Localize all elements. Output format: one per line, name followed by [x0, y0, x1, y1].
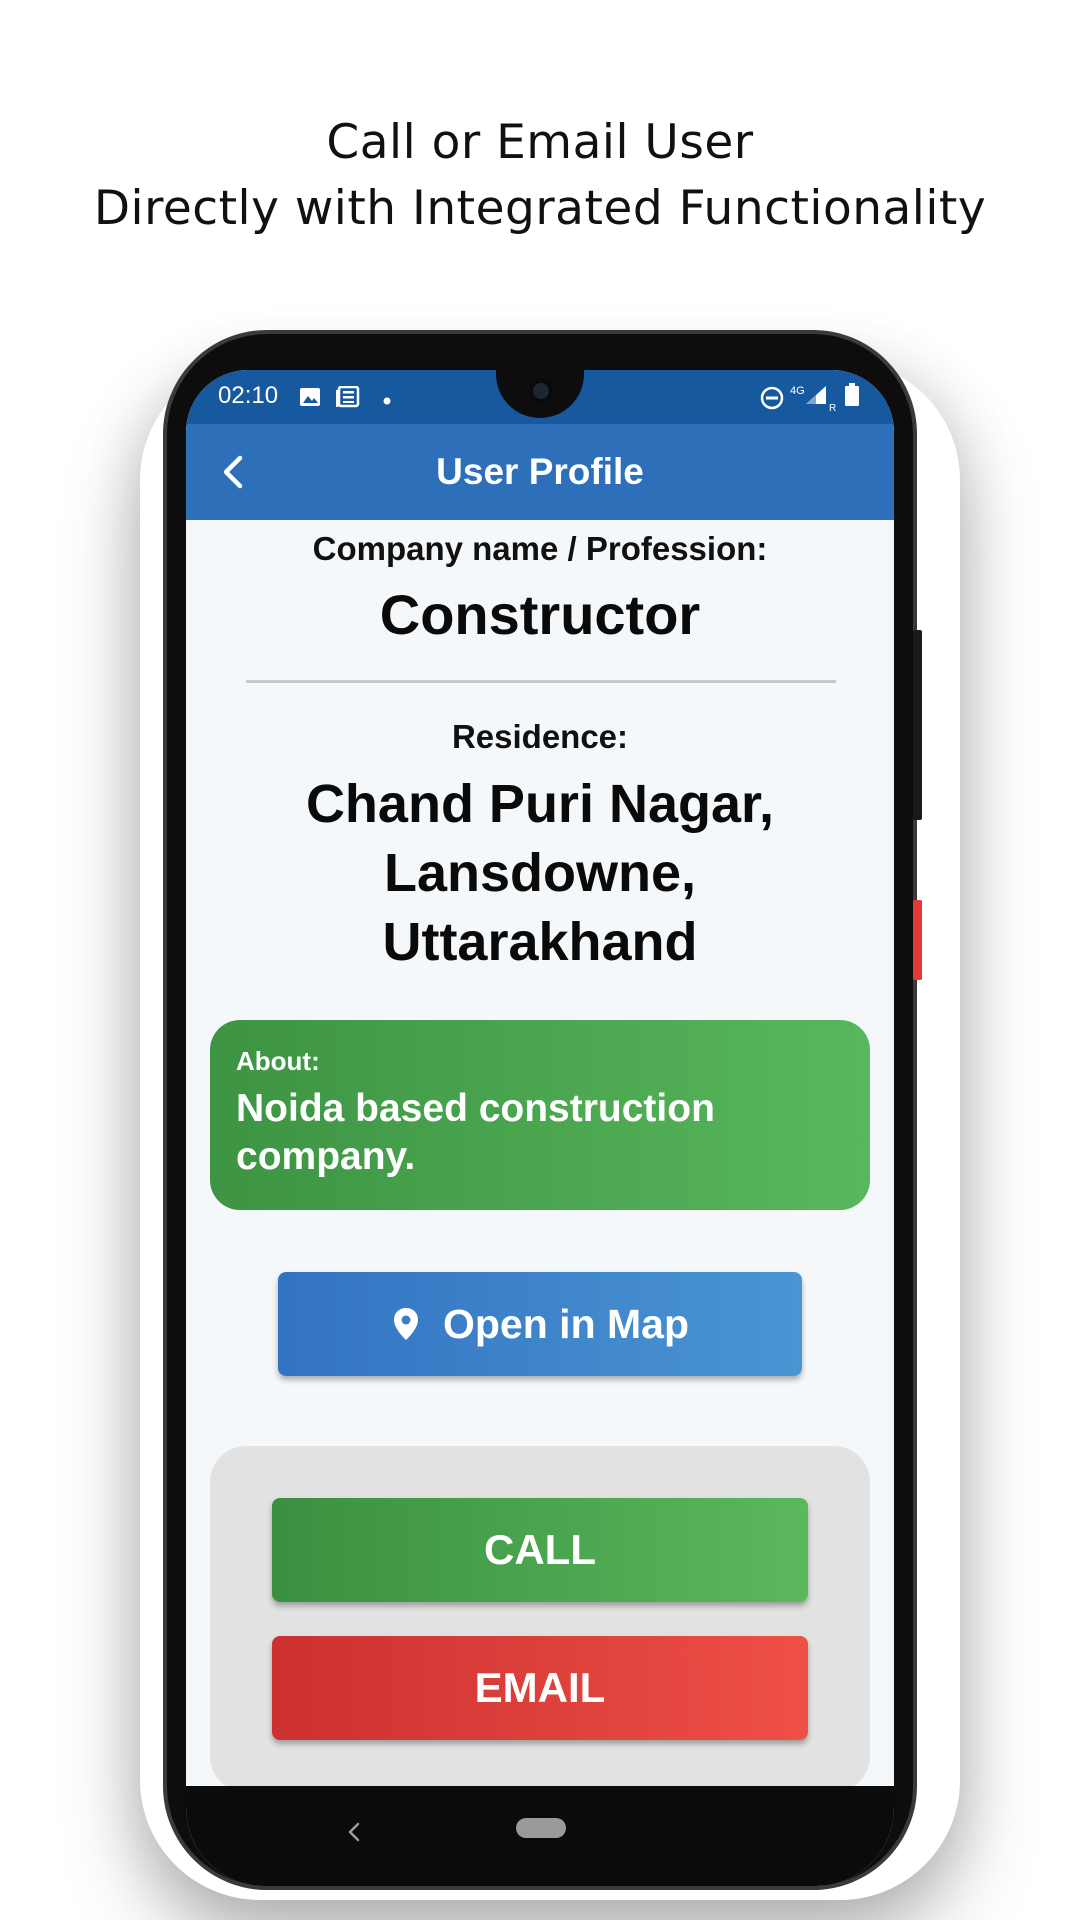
front-camera: [528, 378, 554, 404]
news-icon: [336, 385, 360, 412]
phone-screen: 02:10 4G R User Profile Company name / P…: [186, 370, 894, 1886]
network-label: 4G: [790, 385, 805, 397]
caption-line-1: Call or Email User: [326, 115, 754, 170]
dot-icon: [382, 388, 392, 410]
battery-icon: [844, 383, 860, 411]
nav-back-icon: [348, 1822, 360, 1842]
open-in-map-label: Open in Map: [443, 1300, 689, 1347]
caption-line-2: Directly with Integrated Functionality: [93, 181, 987, 236]
signal-bars-icon: [804, 384, 830, 410]
about-text: Noida based construction company.: [236, 1085, 844, 1181]
about-line-1: Noida based construction: [236, 1087, 715, 1130]
system-navigation-bar: [186, 1786, 894, 1886]
company-value: Constructor: [379, 583, 701, 646]
contact-actions-panel: CALL EMAIL: [210, 1446, 870, 1792]
about-card: About: Noida based construction company.: [210, 1020, 870, 1210]
residence-line-1: Chand Puri Nagar,: [305, 774, 775, 834]
app-bar: User Profile: [186, 424, 894, 520]
about-line-2: company.: [236, 1135, 416, 1178]
do-not-disturb-icon: [760, 386, 784, 414]
side-key: [913, 900, 922, 980]
residence-value: Chand Puri Nagar, Lansdowne, Uttarakhand: [186, 770, 894, 977]
image-icon: [299, 386, 321, 412]
nav-home-pill[interactable]: [516, 1818, 566, 1838]
status-bar: 02:10 4G R: [186, 370, 894, 424]
call-button[interactable]: CALL: [272, 1498, 808, 1602]
email-button[interactable]: EMAIL: [272, 1636, 808, 1740]
section-divider: [246, 680, 836, 683]
roaming-label: R: [829, 403, 837, 414]
company-label: Company name / Profession:: [312, 530, 768, 567]
about-label: About:: [236, 1046, 320, 1076]
residence-line-3: Uttarakhand: [382, 912, 698, 972]
residence-line-2: Lansdowne,: [383, 843, 697, 903]
open-in-map-button[interactable]: Open in Map: [278, 1272, 802, 1376]
chevron-left-icon: [223, 455, 243, 489]
nav-back-button[interactable]: [334, 1812, 374, 1852]
map-pin-icon: [391, 1306, 421, 1342]
promo-caption: Call or Email User Directly with Integra…: [0, 110, 1080, 242]
status-time: 02:10: [218, 382, 279, 409]
residence-label: Residence:: [451, 718, 629, 755]
power-button: [913, 630, 922, 820]
page-title: User Profile: [436, 451, 644, 492]
back-button[interactable]: [206, 444, 262, 500]
